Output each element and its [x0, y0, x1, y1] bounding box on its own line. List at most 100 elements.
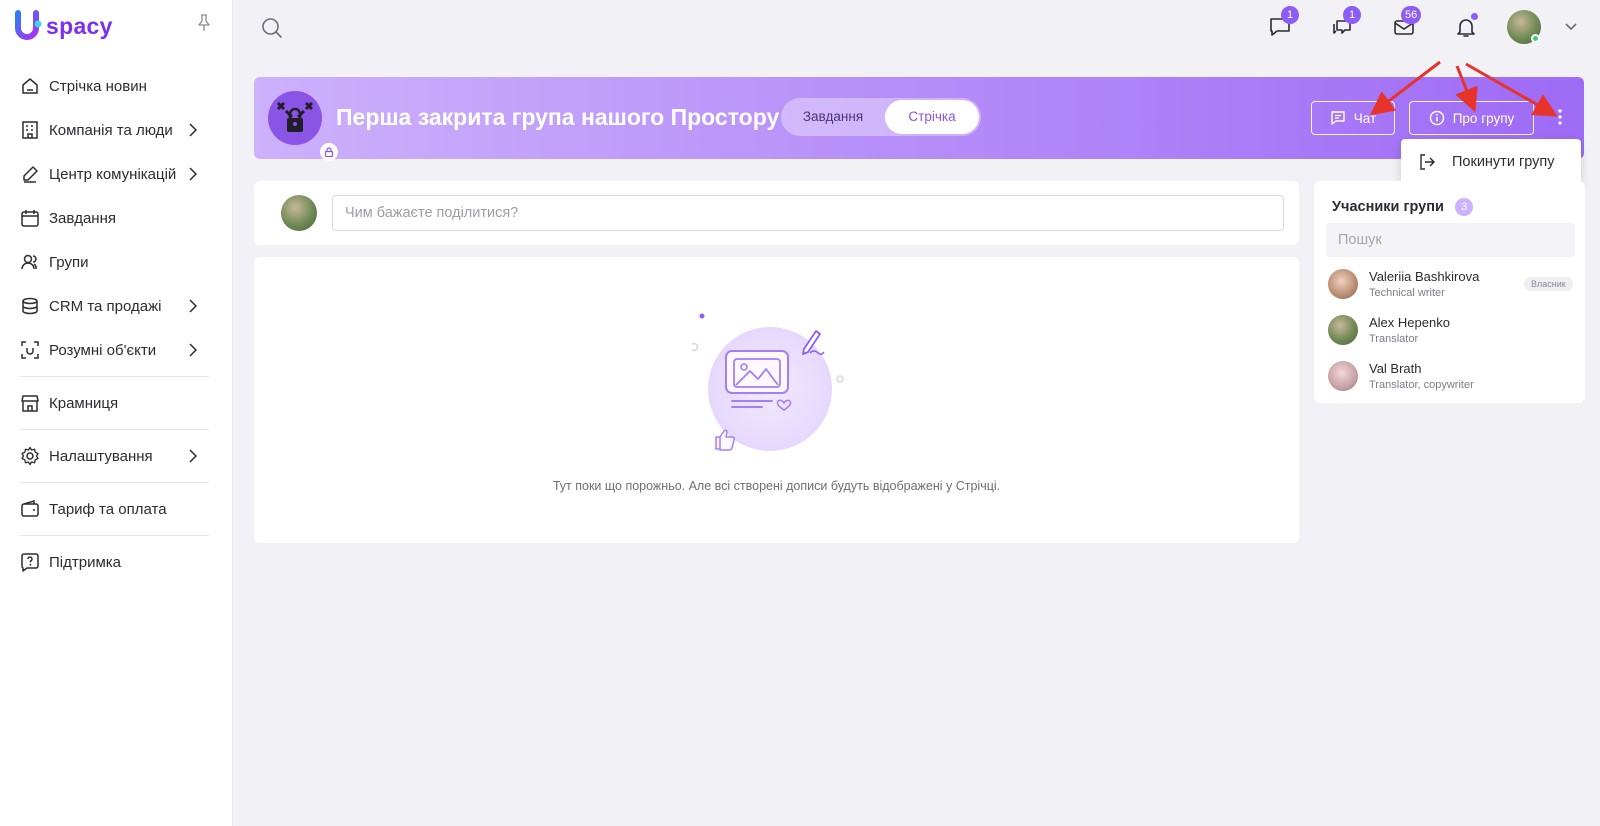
chevron-right-icon	[189, 343, 197, 357]
search-icon[interactable]	[261, 17, 283, 39]
info-icon	[1429, 110, 1444, 126]
sidebar-item-groups[interactable]: Групи	[0, 240, 233, 284]
chevron-right-icon	[189, 299, 197, 313]
pin-icon[interactable]	[196, 14, 212, 32]
sidebar-item-tasks[interactable]: Завдання	[0, 196, 233, 240]
post-composer	[254, 181, 1299, 245]
sidebar-item-crm[interactable]: CRM та продажі	[0, 284, 233, 328]
about-group-label: Про групу	[1452, 110, 1515, 126]
lock-icon	[320, 143, 338, 161]
sidebar-item-company[interactable]: Компанія та люди	[0, 108, 233, 152]
members-panel: Учасники групи 3 Valeriia Bashkirova Tec…	[1314, 181, 1585, 403]
chevron-right-icon	[189, 123, 197, 137]
chat-button[interactable]: 1	[1268, 6, 1299, 41]
about-group-button[interactable]: Про групу	[1409, 101, 1534, 135]
avatar	[1328, 315, 1358, 345]
group-avatar[interactable]	[268, 91, 338, 161]
group-chat-label: Чат	[1353, 110, 1377, 126]
empty-feed-illustration	[692, 313, 844, 451]
sidebar-item-communication[interactable]: Центр комунікацій	[0, 152, 233, 196]
comments-button[interactable]: 1	[1330, 6, 1361, 41]
logo[interactable]: spacy	[14, 10, 113, 42]
mail-button[interactable]: 56	[1392, 6, 1422, 41]
sidebar-item-store[interactable]: Крамниця	[0, 381, 233, 425]
logout-icon	[1420, 154, 1435, 170]
sidebar-item-support[interactable]: Підтримка	[0, 540, 233, 584]
empty-feed-text: Тут поки що порожньо. Але всі створені д…	[552, 479, 1001, 493]
notification-dot	[1471, 13, 1478, 20]
store-icon	[20, 393, 40, 413]
communication-icon	[20, 164, 40, 184]
group-tabs: Завдання Стрічка	[781, 98, 981, 136]
chevron-down-icon[interactable]	[1564, 22, 1578, 32]
sidebar-item-label: Налаштування	[49, 447, 153, 465]
member-name: Val Brath	[1369, 361, 1422, 376]
home-icon	[20, 76, 40, 96]
owner-badge: Власник	[1524, 277, 1573, 291]
post-input[interactable]	[332, 195, 1284, 231]
sidebar-divider	[20, 535, 209, 536]
member-role: Translator	[1369, 333, 1419, 345]
calendar-icon	[20, 208, 40, 228]
group-header: Перша закрита група нашого Простору Завд…	[254, 77, 1584, 161]
avatar	[1328, 361, 1358, 391]
wallet-icon	[20, 499, 40, 519]
tab-tasks[interactable]: Завдання	[783, 100, 883, 134]
sidebar-item-smart-objects[interactable]: Розумні об'єкти	[0, 328, 233, 372]
mail-badge: 56	[1401, 6, 1422, 24]
sidebar-item-label: CRM та продажі	[49, 297, 162, 315]
sidebar-divider	[20, 429, 209, 430]
sidebar-item-label: Центр комунікацій	[49, 165, 177, 183]
member-name: Valeriia Bashkirova	[1369, 269, 1480, 284]
more-vertical-icon[interactable]	[1556, 106, 1564, 128]
sidebar-item-label: Компанія та люди	[49, 121, 173, 139]
sidebar-item-label: Стрічка новин	[49, 77, 147, 95]
sidebar: spacy Стрічка новин Компанія та люди Цен…	[0, 0, 233, 826]
sidebar-item-label: Завдання	[49, 209, 116, 227]
gear-icon	[20, 446, 40, 466]
avatar	[1328, 269, 1358, 299]
company-icon	[20, 120, 40, 140]
sidebar-item-billing[interactable]: Тариф та оплата	[0, 487, 233, 531]
member-item[interactable]: Val Brath Translator, copywriter	[1328, 359, 1578, 397]
sidebar-item-label: Тариф та оплата	[49, 500, 167, 518]
member-role: Translator, copywriter	[1369, 379, 1474, 391]
member-item[interactable]: Valeriia Bashkirova Technical writer Вла…	[1328, 267, 1578, 305]
sidebar-divider	[20, 482, 209, 483]
feed: Тут поки що порожньо. Але всі створені д…	[254, 257, 1299, 543]
chevron-right-icon	[189, 449, 197, 463]
comments-badge: 1	[1343, 6, 1361, 24]
notifications-button[interactable]	[1454, 13, 1480, 41]
group-title: Перша закрита група нашого Простору	[336, 104, 780, 130]
chat-lines-icon	[1331, 111, 1345, 125]
sidebar-item-settings[interactable]: Налаштування	[0, 434, 233, 478]
online-status-icon	[1531, 34, 1540, 43]
avatar	[281, 195, 317, 231]
members-title: Учасники групи	[1332, 199, 1444, 215]
sidebar-nav: Стрічка новин Компанія та люди Центр ком…	[0, 64, 233, 584]
member-name: Alex Hepenko	[1369, 315, 1450, 330]
crm-icon	[20, 296, 40, 316]
tab-feed[interactable]: Стрічка	[885, 100, 979, 134]
members-count-badge: 3	[1455, 198, 1473, 216]
chain-lock-icon	[276, 101, 314, 132]
member-role: Technical writer	[1369, 287, 1445, 299]
people-icon	[20, 252, 40, 272]
logo-mark-icon	[14, 10, 44, 42]
members-search-input[interactable]	[1326, 223, 1575, 257]
smart-objects-icon	[20, 340, 40, 360]
leave-group-menu-item[interactable]: Покинути групу	[1401, 139, 1581, 185]
leave-group-label: Покинути групу	[1452, 154, 1555, 170]
member-item[interactable]: Alex Hepenko Translator	[1328, 313, 1578, 351]
sidebar-item-label: Підтримка	[49, 553, 122, 571]
sidebar-item-label: Розумні об'єкти	[49, 341, 157, 359]
sidebar-divider	[20, 376, 209, 377]
sidebar-item-news-feed[interactable]: Стрічка новин	[0, 64, 233, 108]
sidebar-item-label: Крамниця	[49, 394, 119, 412]
user-avatar[interactable]	[1507, 10, 1541, 44]
group-chat-button[interactable]: Чат	[1311, 101, 1395, 135]
topbar: 1 1 56	[233, 0, 1600, 56]
chevron-right-icon	[189, 167, 197, 181]
support-icon	[20, 552, 40, 572]
logo-text: spacy	[46, 12, 113, 39]
